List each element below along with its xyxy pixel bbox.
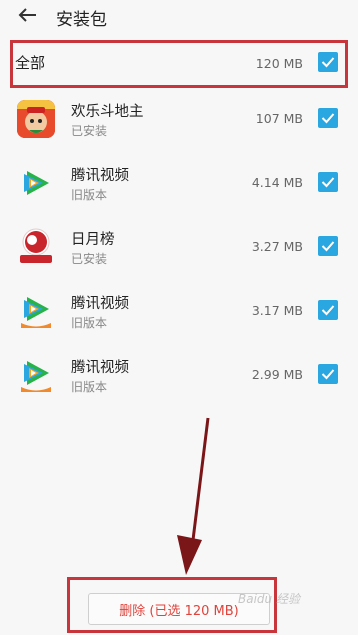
annotation-arrow (177, 417, 210, 575)
watermark-text: Baidu 经验 (238, 592, 300, 606)
